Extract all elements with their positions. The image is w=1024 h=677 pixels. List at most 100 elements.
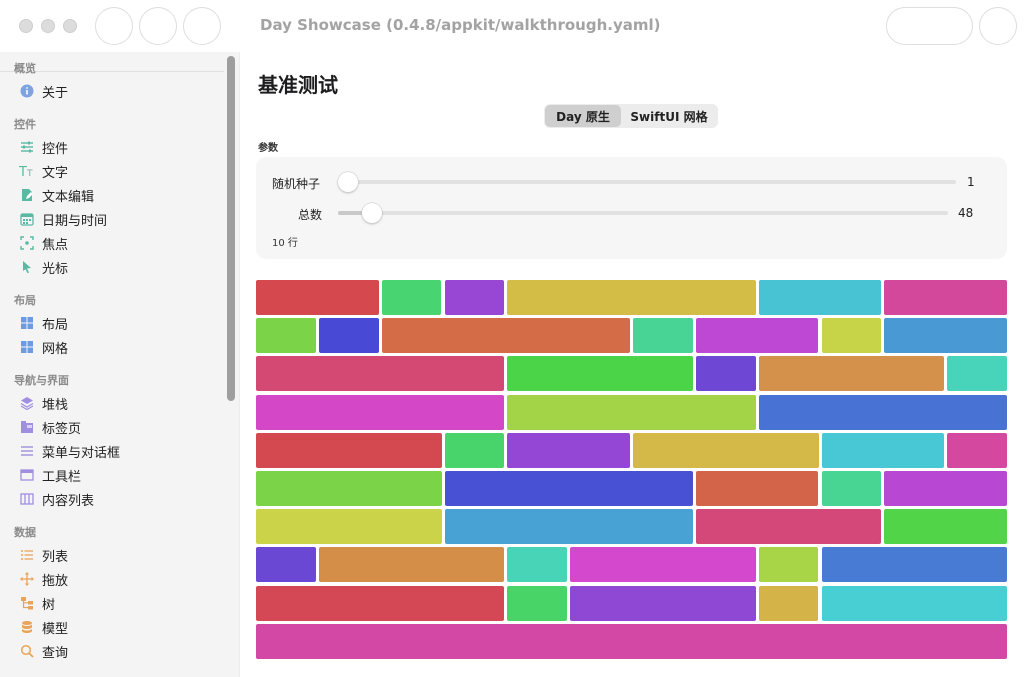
sidebar-item-label: 树	[42, 597, 56, 613]
seed-slider[interactable]	[338, 172, 956, 192]
seed-slider-knob[interactable]	[338, 172, 358, 192]
sidebar-item[interactable]: 光标	[14, 256, 224, 278]
close-window-button[interactable]	[19, 19, 33, 33]
grid-cell	[758, 356, 945, 392]
grid-cell	[821, 547, 1007, 583]
seed-value: 1	[967, 175, 975, 189]
renderer-segmented-control: Day 原生 SwiftUI 网格	[544, 104, 718, 128]
sidebar-section-title: 概览	[14, 62, 36, 75]
count-value: 48	[958, 206, 974, 220]
sidebar-item[interactable]: 日期与时间	[14, 208, 224, 230]
sidebar-item[interactable]: 网格	[14, 336, 224, 358]
grid-cell	[570, 585, 756, 621]
grid-cell	[256, 585, 505, 621]
sidebar-section-title: 数据	[14, 526, 36, 539]
sidebar-item-label: 工具栏	[42, 469, 82, 485]
sidebar-item-label: 文字	[42, 165, 69, 181]
grid-cell	[758, 280, 882, 315]
grid-cell	[695, 471, 819, 506]
grid-cell	[507, 432, 630, 468]
grid-cell	[821, 471, 882, 506]
grid-cell	[256, 394, 505, 430]
sidebar-item-label: 拖放	[42, 573, 69, 589]
count-slider[interactable]	[338, 203, 948, 223]
grid-cell	[947, 356, 1007, 392]
sidebar-item-label: 光标	[42, 261, 69, 277]
toolbar-button-1[interactable]	[95, 7, 133, 45]
grid-cell	[381, 318, 630, 354]
sidebar-item-label: 堆栈	[42, 397, 69, 413]
grid-cell	[256, 547, 316, 583]
text-icon: TT	[19, 163, 35, 179]
grid-cell	[444, 509, 693, 545]
count-slider-knob[interactable]	[361, 203, 382, 223]
sidebar-item[interactable]: 内容列表	[14, 488, 224, 510]
sidebar-item[interactable]: 文本编辑	[14, 184, 224, 206]
toolbar-pill-button[interactable]	[886, 7, 973, 45]
grid-cell	[256, 432, 442, 468]
toolbar-button-2[interactable]	[139, 7, 177, 45]
sidebar-item-label: 网格	[42, 341, 69, 357]
svg-text:T: T	[19, 165, 27, 178]
grid-cell	[318, 318, 379, 354]
sidebar-item[interactable]: 堆栈	[14, 392, 224, 414]
sidebar-item[interactable]: 模型	[14, 616, 224, 638]
grid-cell	[884, 509, 1007, 545]
sidebar-item[interactable]: 关于	[14, 80, 224, 102]
grid-cell	[381, 280, 442, 315]
sidebar-item[interactable]: 工具栏	[14, 464, 224, 486]
sidebar-item[interactable]: 树	[14, 592, 224, 614]
grid-cell	[256, 356, 505, 392]
sidebar-item-label: 文本编辑	[42, 189, 95, 205]
segment-swiftui-grid[interactable]: SwiftUI 网格	[621, 105, 717, 127]
sidebar-item[interactable]: 控件	[14, 136, 224, 158]
sidebar-item[interactable]: 拖放	[14, 568, 224, 590]
grid-cell	[821, 318, 882, 354]
zoom-window-button[interactable]	[63, 19, 77, 33]
segment-day-native[interactable]: Day 原生	[545, 105, 621, 127]
window-title: Day Showcase (0.4.8/appkit/walkthrough.y…	[260, 16, 661, 34]
sidebar-item[interactable]: 菜单与对话框	[14, 440, 224, 462]
cursor-icon	[19, 259, 35, 275]
grid-cell	[570, 547, 756, 583]
sidebar-item[interactable]: 查询	[14, 640, 224, 662]
grid-cell	[507, 280, 756, 315]
grid-cell	[318, 547, 505, 583]
grid-cell	[821, 585, 1007, 621]
toolbar-button-4[interactable]	[979, 7, 1017, 45]
sidebar-scrollbar[interactable]	[227, 56, 235, 401]
minimize-window-button[interactable]	[41, 19, 55, 33]
search-icon	[19, 643, 35, 659]
title-bar: Day Showcase (0.4.8/appkit/walkthrough.y…	[0, 0, 1024, 52]
list-icon	[19, 547, 35, 563]
sidebar-item[interactable]: 列表	[14, 544, 224, 566]
sidebar-item-label: 焦点	[42, 237, 69, 253]
grid-cell	[256, 623, 1007, 659]
focus-icon	[19, 235, 35, 251]
grid-cell	[884, 318, 1007, 354]
benchmark-grid	[256, 280, 1007, 661]
grid-icon	[19, 339, 35, 355]
sidebar-section-title: 控件	[14, 118, 36, 131]
sidebar-section-title: 布局	[14, 294, 36, 307]
grid-cell	[633, 432, 819, 468]
grid-cell	[758, 585, 819, 621]
sidebar-item[interactable]: T T 文字	[14, 160, 224, 182]
grid-cell	[695, 509, 882, 545]
tabs-icon	[19, 419, 35, 435]
sidebar-item[interactable]: 焦点	[14, 232, 224, 254]
layout-grid-icon	[19, 315, 35, 331]
sidebar-item-label: 关于	[42, 85, 69, 101]
sidebar-item[interactable]: 布局	[14, 312, 224, 334]
sidebar-item-label: 标签页	[42, 421, 82, 437]
sidebar: 概览 关于 控件 控件 T T 文字 文本编辑 日期与时间 焦点 光标 布局 布局 网格 导航与界面 堆栈 标签…	[0, 52, 240, 677]
sidebar-item[interactable]: 标签页	[14, 416, 224, 438]
grid-cell	[507, 394, 756, 430]
params-panel: 随机种子 1 总数 48 10 行	[256, 157, 1007, 259]
grid-cell	[758, 394, 1007, 430]
sidebar-section-title: 导航与界面	[14, 374, 69, 387]
grid-cell	[695, 318, 819, 354]
columns-icon	[19, 491, 35, 507]
toolbar-button-3[interactable]	[183, 7, 221, 45]
sidebar-item-label: 内容列表	[42, 493, 95, 509]
